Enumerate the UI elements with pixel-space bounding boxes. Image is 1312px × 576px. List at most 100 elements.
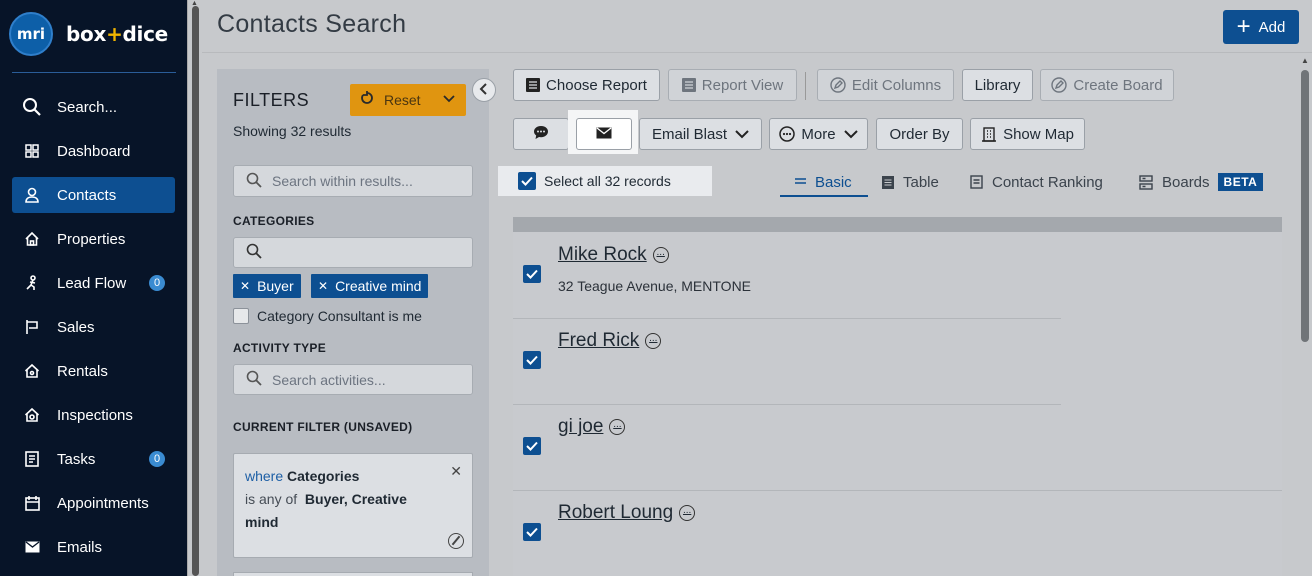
sidebar-item-label: Properties xyxy=(57,230,126,248)
header-divider xyxy=(202,52,1312,53)
dashboard-icon xyxy=(22,141,42,161)
contact-more-icon[interactable]: ... xyxy=(645,333,662,349)
table-icon xyxy=(882,175,894,189)
brand-name: box+dice xyxy=(66,22,168,46)
report-view-button[interactable]: Report View xyxy=(668,69,797,101)
sidebar-item-label: Lead Flow xyxy=(57,274,127,292)
contact-more-icon[interactable]: ... xyxy=(679,505,696,521)
contact-checkbox[interactable] xyxy=(523,351,541,369)
sidebar-item-sales[interactable]: Sales xyxy=(12,309,175,345)
contact-name-link[interactable]: gi joe... xyxy=(558,416,626,438)
remove-chip-icon[interactable]: ✕ xyxy=(318,279,328,293)
pencil-circle-icon xyxy=(830,77,846,93)
contact-checkbox[interactable] xyxy=(523,437,541,455)
create-board-button[interactable]: Create Board xyxy=(1040,69,1174,101)
add-button[interactable]: + Add xyxy=(1223,10,1299,44)
remove-chip-icon[interactable]: ✕ xyxy=(240,279,250,293)
chevron-down-icon xyxy=(843,129,858,139)
email-button[interactable] xyxy=(576,118,632,150)
tab-basic-label: Basic xyxy=(815,173,852,191)
contact-more-icon[interactable]: ... xyxy=(609,419,626,435)
sidebar-item-label: Rentals xyxy=(57,362,108,380)
search-icon xyxy=(22,97,42,117)
more-circle-icon xyxy=(779,126,796,142)
tab-table[interactable]: Table xyxy=(882,168,939,196)
main-scrollbar[interactable]: ▲ xyxy=(1298,52,1312,576)
filters-title: FILTERS xyxy=(233,90,310,110)
contact-name-link[interactable]: Robert Loung... xyxy=(558,502,696,524)
edit-filter-icon[interactable] xyxy=(448,533,464,549)
activity-search-input[interactable]: Search activities... xyxy=(233,364,473,395)
sidebar-item-contacts[interactable]: Contacts xyxy=(12,177,175,213)
collapse-filters-button[interactable] xyxy=(472,78,496,102)
contact-row[interactable]: Fred Rick... xyxy=(513,318,1282,404)
add-button-label: Add xyxy=(1258,18,1286,36)
contact-checkbox[interactable] xyxy=(523,265,541,283)
reset-button[interactable]: Reset xyxy=(350,84,466,116)
sidebar-item-label: Sales xyxy=(57,318,95,336)
contact-name-link[interactable]: Fred Rick... xyxy=(558,330,662,352)
sidebar-item-tasks[interactable]: Tasks 0 xyxy=(12,441,175,477)
more-button[interactable]: More xyxy=(769,118,868,150)
chip-label: Buyer xyxy=(257,278,294,294)
search-icon xyxy=(246,243,272,262)
contact-more-icon[interactable]: ... xyxy=(652,247,669,263)
sms-button[interactable] xyxy=(513,118,569,150)
categories-search-input[interactable] xyxy=(233,237,473,268)
chevron-down-icon[interactable] xyxy=(442,92,456,109)
sidebar-item-rentals[interactable]: Rentals xyxy=(12,353,175,389)
main-scroll-thumb[interactable] xyxy=(1301,70,1309,342)
contact-checkbox[interactable] xyxy=(523,523,541,541)
home-icon xyxy=(22,229,42,249)
chip-label: Creative mind xyxy=(335,278,422,294)
category-chip-creative-mind[interactable]: ✕ Creative mind xyxy=(311,274,429,298)
boards-icon xyxy=(1139,174,1153,190)
close-icon[interactable]: ✕ xyxy=(450,460,462,483)
contact-name-link[interactable]: Mike Rock... xyxy=(558,244,669,266)
category-chip-buyer[interactable]: ✕ Buyer xyxy=(233,274,301,298)
sidebar-scroll-thumb[interactable] xyxy=(192,6,199,576)
activity-search-placeholder: Search activities... xyxy=(272,371,386,388)
select-all-records[interactable]: Select all 32 records xyxy=(498,166,712,196)
page-title: Contacts Search xyxy=(217,10,407,38)
email-blast-button[interactable]: Email Blast xyxy=(639,118,762,150)
chevron-left-icon xyxy=(479,82,489,98)
sidebar-item-appointments[interactable]: Appointments xyxy=(12,485,175,521)
sidebar-item-lead-flow[interactable]: Lead Flow 0 xyxy=(12,265,175,301)
contact-row[interactable]: gi joe... xyxy=(513,404,1282,490)
sidebar-scrollbar[interactable]: ▲ xyxy=(187,0,202,576)
choose-report-button[interactable]: Choose Report xyxy=(513,69,660,101)
tab-basic[interactable]: Basic xyxy=(795,168,852,196)
sidebar-item-search[interactable]: Search... xyxy=(12,89,175,125)
document-icon xyxy=(970,175,983,189)
checkbox-unchecked[interactable] xyxy=(233,308,249,324)
order-by-button[interactable]: Order By xyxy=(876,118,963,150)
choose-report-label: Choose Report xyxy=(546,76,647,94)
search-within-results-input[interactable]: Search within results... xyxy=(233,165,473,197)
scroll-up-arrow-icon[interactable]: ▲ xyxy=(1301,56,1309,65)
brand[interactable]: mri box+dice xyxy=(9,12,168,56)
library-button[interactable]: Library xyxy=(962,69,1033,101)
email-blast-label: Email Blast xyxy=(651,125,728,143)
filter-values-cont: mind xyxy=(245,514,279,530)
calendar-icon xyxy=(22,493,42,513)
select-all-checkbox[interactable] xyxy=(518,172,536,190)
edit-columns-button[interactable]: Edit Columns xyxy=(817,69,954,101)
filter-where: where xyxy=(245,468,284,484)
sidebar-item-dashboard[interactable]: Dashboard xyxy=(12,133,175,169)
filters-panel: FILTERS Showing 32 results Reset Search … xyxy=(217,69,489,576)
sidebar-item-emails[interactable]: Emails xyxy=(12,529,175,565)
tab-boards-label: Boards xyxy=(1162,173,1210,191)
contact-row[interactable]: Robert Loung... xyxy=(513,490,1282,576)
tab-boards[interactable]: Boards BETA xyxy=(1139,168,1264,196)
sidebar-item-inspections[interactable]: Inspections xyxy=(12,397,175,433)
more-label: More xyxy=(801,125,836,143)
sidebar-item-properties[interactable]: Properties xyxy=(12,221,175,257)
tab-contact-ranking[interactable]: Contact Ranking xyxy=(970,168,1103,196)
contact-row[interactable]: Mike Rock... 32 Teague Avenue, MENTONE xyxy=(513,232,1282,318)
category-consultant-checkbox[interactable]: Category Consultant is me xyxy=(233,308,422,324)
chevron-down-icon xyxy=(735,129,749,139)
filter-card-next xyxy=(233,572,473,576)
plus-icon: + xyxy=(1236,13,1251,40)
show-map-button[interactable]: Show Map xyxy=(970,118,1085,150)
